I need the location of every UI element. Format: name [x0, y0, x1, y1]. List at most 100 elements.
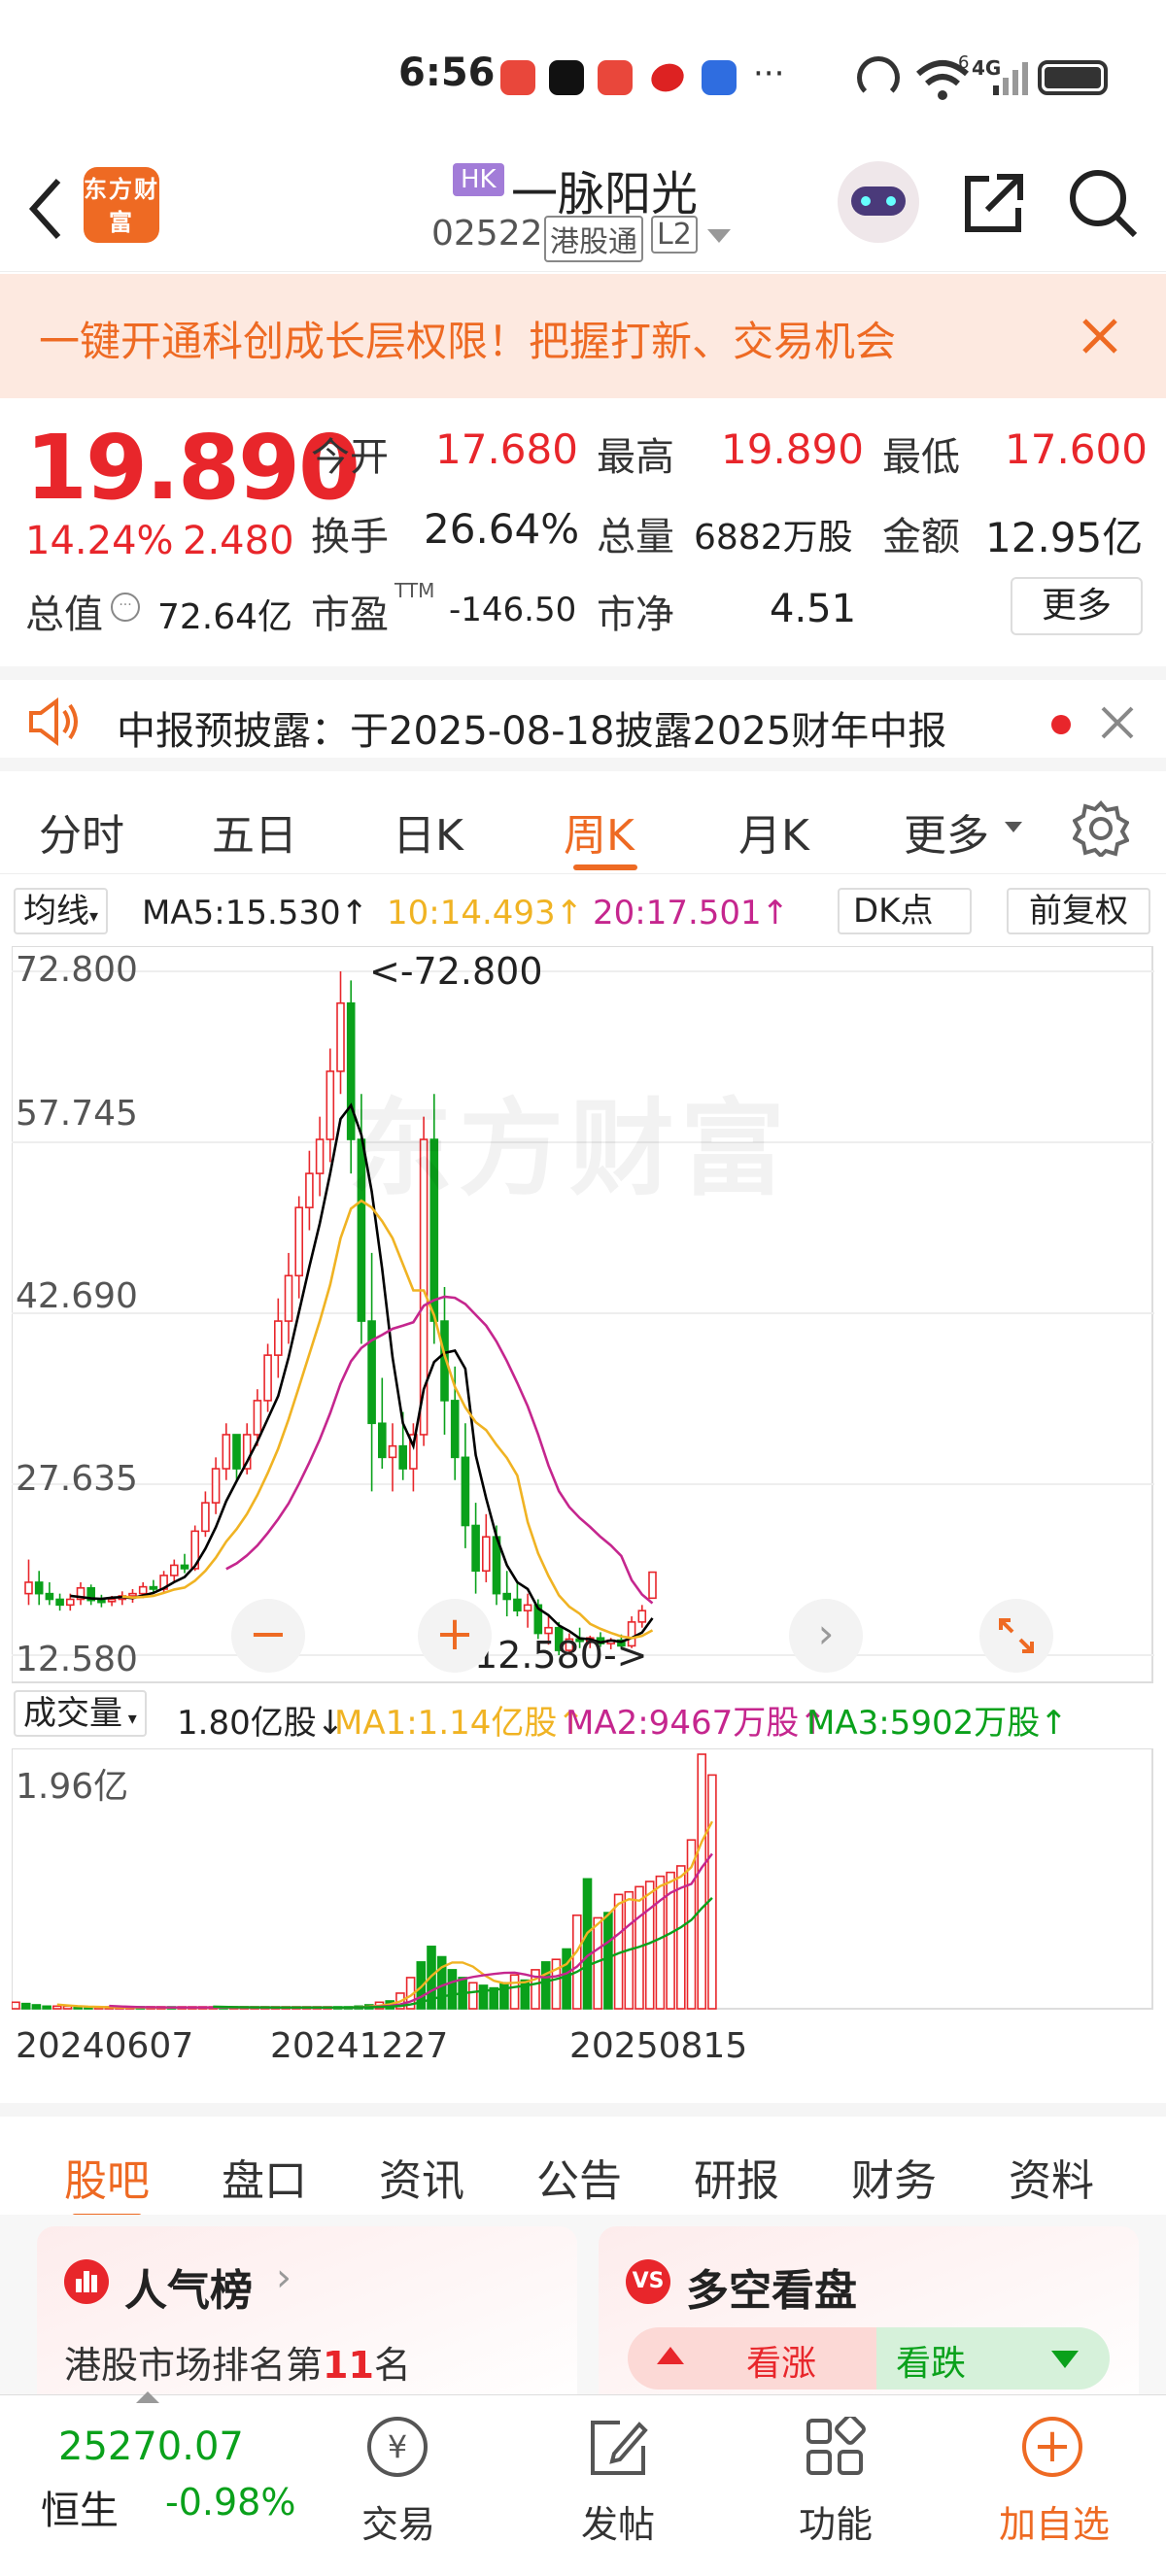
- battery-icon: [1038, 60, 1108, 95]
- candle-body: [461, 1456, 470, 1527]
- tab-forum[interactable]: 股吧: [64, 2146, 150, 2208]
- active-tab-indicator: [573, 864, 637, 870]
- change-pct: 14.24%: [25, 519, 174, 563]
- tab-announcements[interactable]: 公告: [536, 2146, 622, 2208]
- index-change[interactable]: -0.98%: [165, 2481, 295, 2524]
- feature-cards: 人气榜 › 港股市场排名第11名 VS 多空看盘 看涨 看跌: [0, 2215, 1166, 2411]
- candle-body: [128, 1592, 137, 1597]
- tab-daily-k[interactable]: 日K: [393, 800, 463, 863]
- tab-five-day[interactable]: 五日: [212, 800, 297, 863]
- nav-post[interactable]: 发帖: [579, 2417, 657, 2553]
- volume-indicator-select[interactable]: 成交量 ▾: [14, 1690, 147, 1737]
- notice-close-icon[interactable]: [1100, 705, 1135, 740]
- channel-badge: 港股通: [544, 216, 643, 262]
- tab-research[interactable]: 研报: [694, 2146, 779, 2208]
- close-icon[interactable]: [1080, 317, 1119, 356]
- dk-point-button[interactable]: DK点: [838, 888, 972, 934]
- high-value: 19.890: [721, 425, 864, 473]
- ranking-icon: [64, 2259, 109, 2304]
- index-name[interactable]: 恒生: [41, 2479, 119, 2535]
- candle-body: [24, 1581, 33, 1595]
- bear-label: 看跌: [896, 2344, 967, 2384]
- promo-banner[interactable]: 一键开通科创成长层权限！把握打新、交易机会: [0, 274, 1166, 398]
- info-icon[interactable]: ···: [111, 593, 140, 622]
- stock-header: 东方财富 HK 一脉阳光 02522 港股通 L2: [0, 155, 1166, 272]
- candle-body: [211, 1468, 221, 1504]
- ma20-line: [225, 1295, 654, 1605]
- scroll-right-button[interactable]: ›: [789, 1599, 863, 1673]
- tab-weekly-k[interactable]: 周K: [564, 800, 634, 863]
- nav-trade[interactable]: ¥ 交易: [358, 2417, 435, 2553]
- assistant-avatar[interactable]: [838, 161, 919, 243]
- bull-bear-card[interactable]: VS 多空看盘 看涨 看跌: [599, 2226, 1139, 2411]
- nav-add-watchlist[interactable]: + 加自选: [999, 2417, 1115, 2553]
- bear-button[interactable]: 看跌: [876, 2327, 1110, 2390]
- nav-post-label: 发帖: [581, 2503, 656, 2546]
- volume-bar: [436, 1955, 447, 2010]
- index-value[interactable]: 25270.07: [58, 2424, 244, 2469]
- nav-functions[interactable]: 功能: [797, 2417, 874, 2553]
- candle-body: [544, 1626, 553, 1635]
- bank-icon: [647, 59, 688, 96]
- candle-body: [273, 1320, 283, 1356]
- nav-trade-label: 交易: [361, 2503, 436, 2546]
- indicator-type-select[interactable]: 均线▾: [14, 888, 109, 934]
- tab-financials[interactable]: 财务: [851, 2146, 937, 2208]
- level-badge[interactable]: L2: [651, 216, 698, 254]
- settings-gear-icon[interactable]: [1073, 800, 1129, 857]
- volume-chart[interactable]: 1.96亿: [12, 1748, 1154, 2011]
- tab-intraday[interactable]: 分时: [39, 800, 124, 863]
- dropdown-arrow-icon[interactable]: [707, 229, 731, 243]
- candle-body: [55, 1598, 64, 1607]
- volume-bar: [540, 1961, 551, 2010]
- ma-legend: 均线▾ MA5:15.530↑ 10:14.493↑ 20:17.501↑ DK…: [0, 882, 1166, 940]
- edit-icon: [591, 2421, 648, 2475]
- expand-icon: [999, 1618, 1034, 1653]
- max-price-marker: <-72.800: [369, 950, 543, 993]
- adjust-mode-button[interactable]: 前复权: [1007, 888, 1150, 934]
- bull-button[interactable]: 看涨: [628, 2327, 876, 2390]
- tab-monthly-k[interactable]: 月K: [738, 800, 809, 863]
- volume-bar: [655, 1875, 666, 2010]
- collapse-arrow-icon[interactable]: [136, 2391, 159, 2403]
- kline-chart[interactable]: 东方财富 72.800 57.745 42.690 27.635 12.580 …: [12, 946, 1154, 1684]
- app-icon: [702, 60, 737, 95]
- tab-more[interactable]: 更多: [904, 800, 989, 863]
- notice-text: 中报预披露：于2025-08-18披露2025财年中报: [117, 709, 947, 754]
- volume-type-label: 成交量: [23, 1694, 122, 1733]
- down-arrow-icon: [1051, 2351, 1079, 2368]
- candle-body: [637, 1610, 647, 1623]
- candle-body: [502, 1592, 512, 1601]
- tab-profile[interactable]: 资料: [1009, 2146, 1094, 2208]
- volume-bar: [697, 1753, 707, 2010]
- candle-body: [65, 1598, 75, 1607]
- grid-icon: [806, 2417, 866, 2475]
- add-circle-icon: +: [1022, 2417, 1082, 2477]
- ma10-line: [121, 1199, 654, 1640]
- candle-body: [253, 1400, 262, 1436]
- date-axis: 20240607 20241227 20250815: [0, 2018, 1166, 2077]
- ranking-suffix: 名: [373, 2344, 411, 2387]
- more-button[interactable]: 更多: [1011, 577, 1143, 635]
- candle-body: [326, 1070, 335, 1140]
- dropdown-icon: ▾: [122, 1709, 137, 1729]
- back-icon[interactable]: [25, 175, 64, 243]
- speaker-icon: [29, 697, 78, 746]
- nav-add-label: 加自选: [999, 2503, 1111, 2546]
- huawei-icon: [598, 60, 633, 95]
- signal-icon: [993, 62, 1028, 95]
- ranking-prefix: 港股市场排名第: [64, 2344, 324, 2387]
- chevron-right-icon: ›: [276, 2255, 292, 2300]
- zoom-out-button[interactable]: −: [231, 1599, 305, 1673]
- search-icon[interactable]: [1067, 167, 1139, 239]
- status-time: 6:56: [398, 51, 496, 95]
- popularity-card[interactable]: 人气榜 › 港股市场排名第11名: [37, 2226, 577, 2411]
- disclosure-notice[interactable]: 中报预披露：于2025-08-18披露2025财年中报: [0, 666, 1166, 771]
- tab-orderbook[interactable]: 盘口: [222, 2146, 307, 2208]
- zoom-in-button[interactable]: +: [418, 1599, 492, 1673]
- bull-label: 看涨: [746, 2344, 817, 2384]
- fullscreen-button[interactable]: [979, 1599, 1053, 1673]
- mcap-label: 总值: [25, 593, 103, 637]
- share-icon[interactable]: [960, 169, 1028, 237]
- tab-news[interactable]: 资讯: [379, 2146, 464, 2208]
